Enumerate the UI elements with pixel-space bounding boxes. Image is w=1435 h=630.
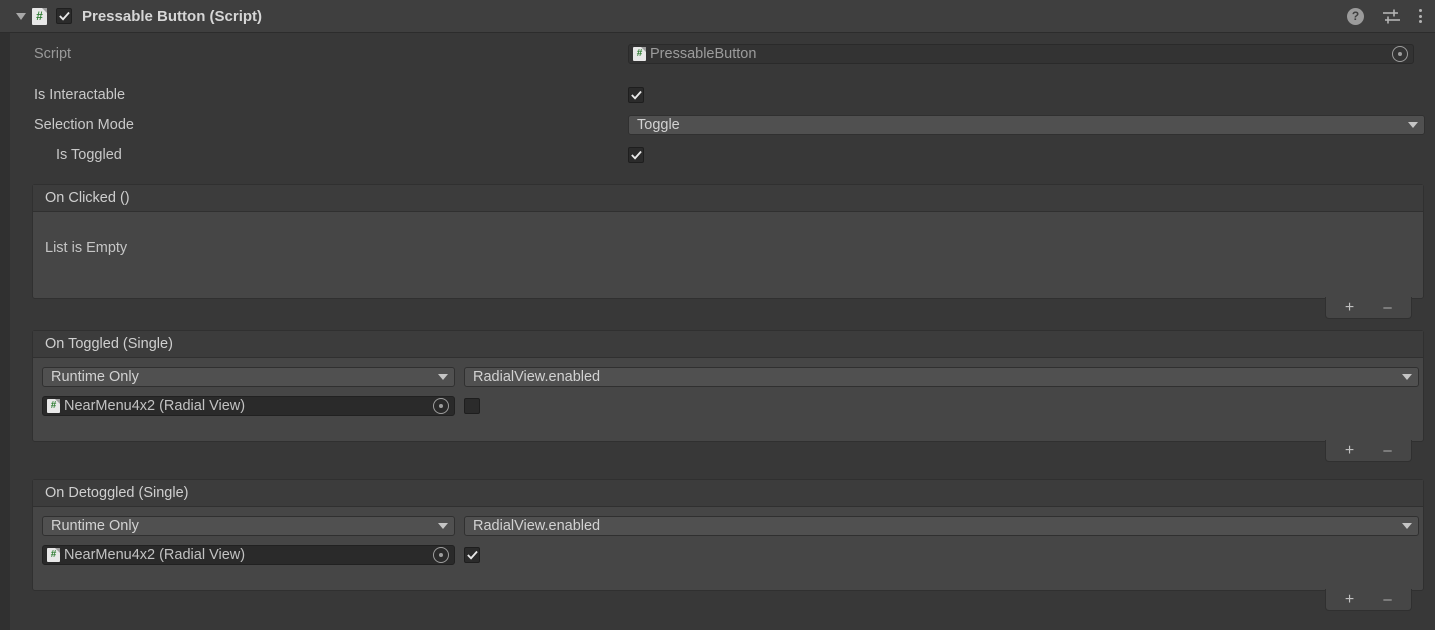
- checkmark-icon: [630, 150, 642, 160]
- inspector-left-gutter: [0, 0, 10, 630]
- target-object-field[interactable]: # NearMenu4x2 (Radial View): [42, 396, 455, 416]
- list-empty-text: List is Empty: [45, 240, 128, 256]
- object-picker-icon[interactable]: [433, 547, 449, 563]
- target-object-field[interactable]: # NearMenu4x2 (Radial View): [42, 545, 455, 565]
- checkmark-icon: [58, 11, 70, 21]
- target-object-value: NearMenu4x2 (Radial View): [64, 398, 246, 414]
- call-state-value: Runtime Only: [51, 369, 139, 385]
- row-is-toggled: Is Toggled: [10, 144, 1435, 166]
- component-header[interactable]: # Pressable Button (Script) ?: [0, 0, 1435, 33]
- kebab-dot: [1419, 9, 1422, 12]
- chevron-down-icon: [438, 374, 448, 380]
- event-footer-on-toggled: + –: [1325, 440, 1412, 462]
- script-value: PressableButton: [650, 46, 757, 62]
- checkmark-icon: [466, 550, 478, 560]
- call-state-value: Runtime Only: [51, 518, 139, 534]
- call-state-dropdown[interactable]: Runtime Only: [42, 367, 455, 387]
- event-title: On Toggled (Single): [33, 331, 1423, 358]
- chevron-down-icon: [1402, 374, 1412, 380]
- is-toggled-label: Is Toggled: [56, 147, 122, 163]
- triangle-down-icon: [16, 12, 26, 20]
- checkmark-icon: [630, 90, 642, 100]
- is-interactable-label: Is Interactable: [34, 87, 126, 103]
- is-toggled-checkbox[interactable]: [628, 147, 644, 163]
- function-dropdown[interactable]: RadialView.enabled: [464, 516, 1419, 536]
- add-listener-button[interactable]: +: [1342, 591, 1358, 608]
- foldout-toggle[interactable]: [10, 12, 32, 20]
- event-box-on-clicked: On Clicked () List is Empty: [32, 184, 1424, 299]
- selection-mode-value: Toggle: [637, 117, 680, 133]
- kebab-dot: [1419, 14, 1422, 18]
- preset-sliders-icon[interactable]: [1382, 8, 1401, 25]
- kebab-menu-icon[interactable]: [1419, 9, 1422, 23]
- row-is-interactable: Is Interactable: [10, 84, 1435, 106]
- add-listener-button[interactable]: +: [1342, 442, 1358, 459]
- script-label: Script: [34, 46, 72, 62]
- remove-listener-button[interactable]: –: [1380, 300, 1396, 315]
- event-title: On Detoggled (Single): [33, 480, 1423, 507]
- chevron-down-icon: [1402, 523, 1412, 529]
- is-interactable-checkbox[interactable]: [628, 87, 644, 103]
- event-body: Runtime Only RadialView.enabled # NearMe…: [33, 507, 1423, 590]
- call-state-dropdown[interactable]: Runtime Only: [42, 516, 455, 536]
- selection-mode-dropdown[interactable]: Toggle: [628, 115, 1425, 135]
- event-title: On Clicked (): [33, 185, 1423, 212]
- argument-bool-checkbox[interactable]: [464, 398, 480, 414]
- event-entry-row-top: Runtime Only RadialView.enabled: [42, 516, 1419, 536]
- chevron-down-icon: [438, 523, 448, 529]
- object-picker-icon[interactable]: [1392, 46, 1408, 62]
- chevron-down-icon: [1408, 122, 1418, 128]
- kebab-dot: [1419, 20, 1422, 23]
- event-footer-on-detoggled: + –: [1325, 589, 1412, 611]
- event-body: List is Empty: [33, 212, 1423, 298]
- event-entry-row-bottom: # NearMenu4x2 (Radial View): [42, 396, 480, 416]
- component-enabled-checkbox[interactable]: [56, 8, 72, 24]
- function-value: RadialView.enabled: [473, 369, 601, 385]
- script-object-field[interactable]: # PressableButton: [628, 44, 1414, 64]
- header-actions: ?: [1347, 7, 1422, 25]
- csharp-script-icon: #: [47, 399, 60, 413]
- object-picker-icon[interactable]: [433, 398, 449, 414]
- help-icon[interactable]: ?: [1347, 7, 1364, 25]
- event-body: Runtime Only RadialView.enabled # NearMe…: [33, 358, 1423, 441]
- remove-listener-button[interactable]: –: [1380, 592, 1396, 607]
- event-entry-row-top: Runtime Only RadialView.enabled: [42, 367, 1419, 387]
- csharp-script-icon: #: [47, 548, 60, 562]
- target-object-value: NearMenu4x2 (Radial View): [64, 547, 246, 563]
- function-dropdown[interactable]: RadialView.enabled: [464, 367, 1419, 387]
- function-value: RadialView.enabled: [473, 518, 601, 534]
- csharp-script-icon: #: [633, 47, 646, 61]
- argument-bool-checkbox[interactable]: [464, 547, 480, 563]
- component-title: Pressable Button (Script): [82, 7, 263, 25]
- event-entry-row-bottom: # NearMenu4x2 (Radial View): [42, 545, 480, 565]
- remove-listener-button[interactable]: –: [1380, 443, 1396, 458]
- event-footer-on-clicked: + –: [1325, 297, 1412, 319]
- row-script: Script # PressableButton: [10, 43, 1435, 65]
- event-box-on-toggled: On Toggled (Single) Runtime Only RadialV…: [32, 330, 1424, 442]
- add-listener-button[interactable]: +: [1342, 299, 1358, 316]
- selection-mode-label: Selection Mode: [34, 117, 134, 133]
- row-selection-mode: Selection Mode Toggle: [10, 114, 1435, 136]
- csharp-script-icon: #: [32, 7, 47, 25]
- event-box-on-detoggled: On Detoggled (Single) Runtime Only Radia…: [32, 479, 1424, 591]
